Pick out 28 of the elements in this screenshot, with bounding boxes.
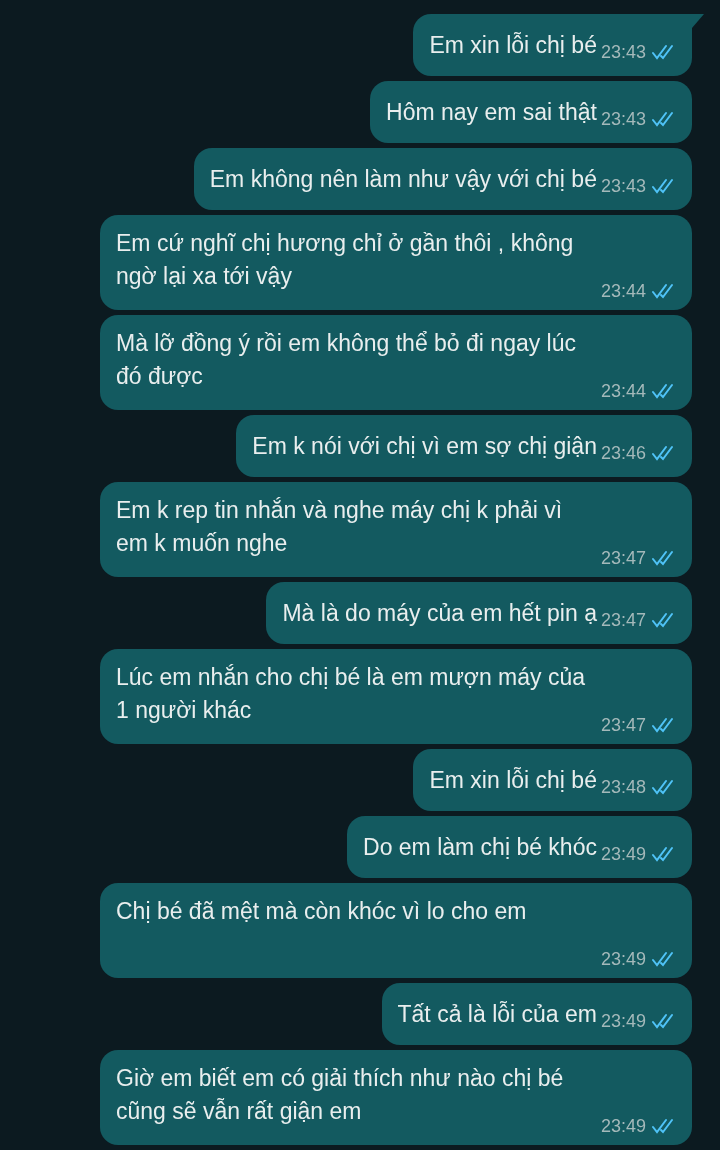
message-time: 23:49: [600, 1115, 646, 1137]
message-time: 23:47: [600, 714, 646, 736]
message-text: Chị bé đã mệt mà còn khóc vì lo cho em: [116, 897, 527, 926]
message-text: Giờ em biết em có giải thích như nào chị bé cũng sẽ vẫn rất giận em: [116, 1064, 564, 1126]
message-time: 23:44: [600, 280, 646, 302]
message-time: 23:43: [600, 108, 646, 130]
message-time: 23:44: [600, 380, 646, 402]
message-text: Mà là do máy của em hết pin ạ: [282, 598, 597, 628]
message-time: 23:43: [600, 41, 646, 63]
message-time: 23:47: [600, 609, 646, 631]
message-time: 23:48: [600, 776, 646, 798]
message-time: 23:43: [600, 175, 646, 197]
message-text: Do em làm chị bé khóc: [363, 832, 597, 862]
message-time: 23:49: [600, 843, 646, 865]
message-text: Lúc em nhắn cho chị bé là em mượn máy của 1 người khác: [116, 663, 585, 725]
message-text: Em xin lỗi chị bé: [429, 30, 597, 60]
message-text: Em k nói với chị vì em sợ chị giận: [252, 431, 597, 461]
message-time: 23:47: [600, 547, 646, 569]
message-text: Tất cả là lỗi của em: [397, 999, 597, 1029]
message-time: 23:46: [600, 442, 646, 464]
message-text: Hôm nay em sai thật: [386, 97, 597, 127]
message-text: Mà lỡ đồng ý rồi em không thể bỏ đi ngay lúc đó được: [116, 329, 576, 391]
message-time: 23:49: [600, 948, 646, 970]
message-text: Em k rep tin nhắn và nghe máy chị k phải vì em k muốn nghe: [116, 496, 563, 558]
message-text: Em xin lỗi chị bé: [429, 765, 597, 795]
message-time: 23:49: [600, 1010, 646, 1032]
message-text: Em không nên làm như vậy với chị bé: [209, 164, 597, 194]
message-text: Em cứ nghĩ chị hương chỉ ở gần thôi , không ngờ lại xa tới vậy: [116, 229, 574, 291]
